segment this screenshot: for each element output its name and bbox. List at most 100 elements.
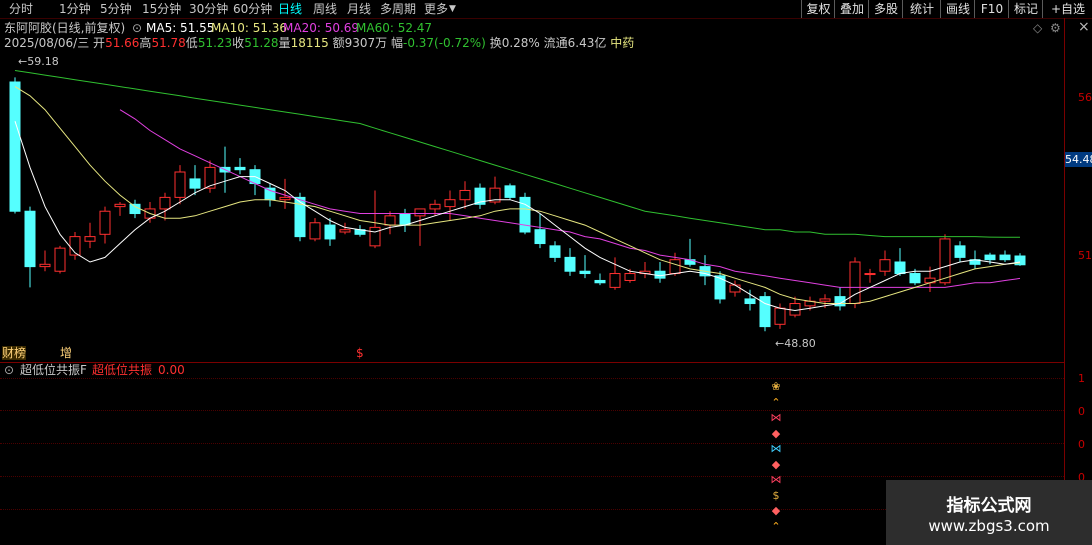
candle-body [444,199,456,208]
turnover: 换0.28% [489,36,540,50]
candle-body [429,203,441,210]
candle-body [384,215,396,226]
indicator-settings-icon[interactable]: ⊙ [4,363,14,377]
candle-body [864,273,876,276]
ma60-line [14,70,1020,238]
candle-body [309,222,321,240]
candle-body [819,298,831,302]
ma60-label: MA60: 52.47 [356,21,433,35]
statistics-button[interactable]: 统计 [902,0,941,18]
tab-15min[interactable]: 15分钟 [142,0,181,18]
candle-body [159,196,171,210]
tab-monthly[interactable]: 月线 [347,0,371,18]
tab-weekly[interactable]: 周线 [313,0,337,18]
grid-line [0,443,1064,444]
add-tag[interactable]: 增 [60,346,72,360]
volume-label: 量 [278,36,291,50]
mark-button[interactable]: 标记 [1008,0,1043,18]
low-price-marker: ←48.80 [775,337,816,350]
candle-body [744,298,756,305]
draw-line-button[interactable]: 画线 [940,0,975,18]
up-chevron-icon: ⌃ [771,395,781,409]
f10-button[interactable]: F10 [974,0,1009,18]
ma10-label: MA10: 51.36 [211,21,288,35]
overlay-button[interactable]: 叠加 [834,0,869,18]
candle-body [339,229,351,233]
axis-label-51: 51 [1078,249,1092,262]
chevron-down-icon[interactable]: ▼ [449,0,456,18]
tab-60min[interactable]: 60分钟 [233,0,272,18]
gem-icon: ◆ [771,504,781,517]
diamond-icon[interactable]: ◇ [1033,21,1042,35]
butterfly-icon: ⋈ [770,411,782,424]
candle-body [534,229,546,245]
candle-body [264,187,276,201]
watermark-url: www.zbgs3.com [928,517,1050,535]
dollar-tag[interactable]: $ [356,346,364,360]
tab-multi-period[interactable]: 多周期 [380,0,416,18]
grid-line [0,378,1064,379]
candle-body [369,226,381,247]
moneybag-icon: $ [772,488,780,502]
candle-body [849,261,861,305]
candle-body [789,303,801,316]
indicator-output-value: 0.00 [158,363,185,377]
candle-body [234,166,246,171]
tab-fenshi[interactable]: 分时 [9,0,33,18]
finance-tag[interactable]: 财榜 [2,346,27,360]
candle-body [564,256,576,272]
stock-title: 东阿阿胶(日线,前复权) [4,21,126,35]
tab-more[interactable]: 更多 [424,0,448,18]
candle-body [84,236,96,242]
low-price-value: 48.80 [784,337,816,350]
gem-icon: ◆ [771,426,781,440]
candle-body [879,259,891,272]
candle-body [519,196,531,233]
ma-settings-icon[interactable]: ⊙ [132,21,142,35]
watermark-title: 指标公式网 [946,496,1032,516]
float-cap: 流通6.43亿 [543,36,607,50]
multi-stock-button[interactable]: 多股 [868,0,903,18]
grid-line [0,476,1064,477]
price-axis [1064,18,1065,545]
indicator-output-label: 超低位共振 [92,363,153,377]
high-price-value: 59.18 [27,55,59,68]
candlestick-chart[interactable] [0,52,1064,352]
tab-5min[interactable]: 5分钟 [100,0,132,18]
ma10-line [14,86,1021,304]
sector[interactable]: 中药 [610,36,634,50]
indicator-name[interactable]: 超低位共振F [20,363,87,377]
fuquan-button[interactable]: 复权 [801,0,835,18]
candle-body [174,171,186,198]
tab-30min[interactable]: 30分钟 [189,0,228,18]
candle-body [954,245,966,258]
candle-body [24,210,36,268]
open-label: 开 [93,36,106,50]
candle-body [654,270,666,279]
volume-value: 18115 [290,36,329,50]
gear-icon[interactable]: ⚙ [1050,21,1061,35]
candle-body [939,238,951,284]
tab-daily[interactable]: 日线 [278,0,302,18]
candle-body [324,224,336,240]
candle-body [549,245,561,258]
high-price-marker: ←59.18 [18,55,59,68]
candle-body [129,203,141,215]
indicator-axis-label: 0 [1078,438,1085,451]
up-chevron-icon: ⌃ [771,519,781,533]
candle-body [39,263,51,268]
tab-1min[interactable]: 1分钟 [59,0,91,18]
candle-body [774,307,786,325]
add-favorite-button[interactable]: +自选 [1042,0,1092,18]
candle-body [909,273,921,284]
cluster-icon: ❀ [771,380,781,393]
candle-body [984,254,996,261]
close-icon[interactable]: × [1078,20,1090,34]
indicator-axis-label: 1 [1078,372,1085,385]
candle-body [609,273,621,288]
ma5-label: MA5: 51.55 [146,21,215,35]
candle-body [579,270,591,275]
amount-value: 9307万 [344,36,388,50]
current-price-marker: 54.48 [1065,152,1092,167]
candle-body [894,261,906,275]
